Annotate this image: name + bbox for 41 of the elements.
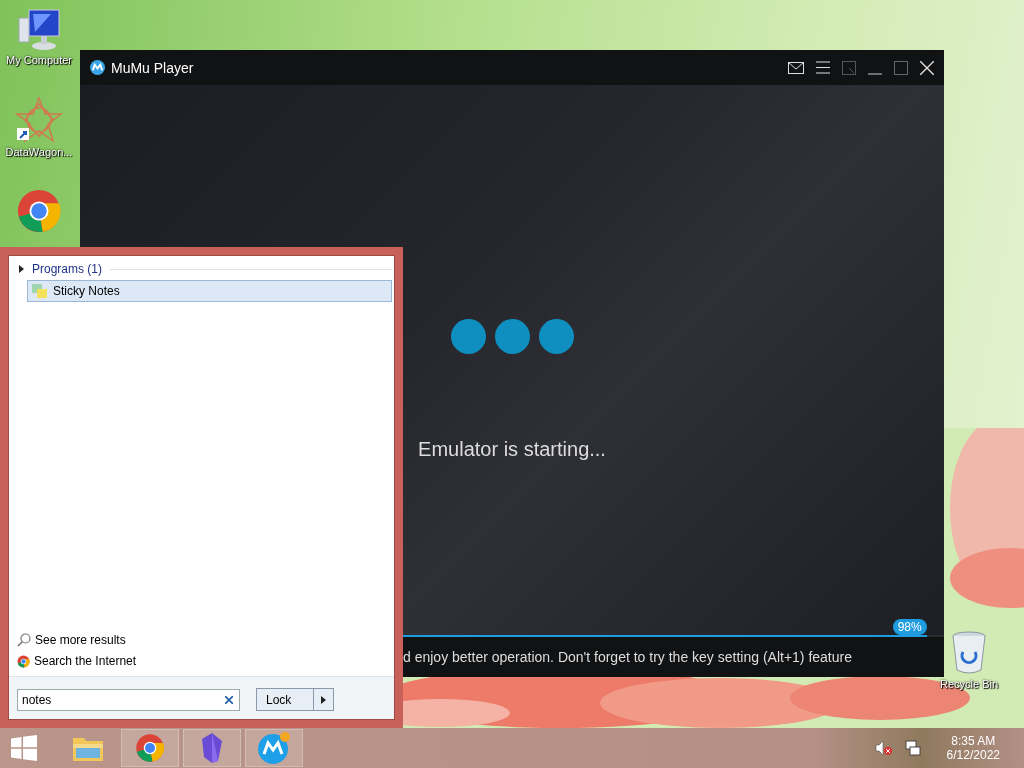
window-icon[interactable] xyxy=(842,60,856,75)
star-pattern-icon[interactable] xyxy=(15,96,63,144)
menu-icon[interactable] xyxy=(816,61,830,74)
icon-label: Recycle Bin xyxy=(940,678,999,690)
arrow-icon xyxy=(321,695,326,704)
search-icon xyxy=(17,633,31,647)
power-options-button[interactable] xyxy=(314,688,334,711)
search-input[interactable]: notes xyxy=(22,692,225,707)
mumu-icon xyxy=(257,732,291,764)
group-header[interactable]: Programs (1) xyxy=(32,262,102,276)
triangle-icon[interactable] xyxy=(19,265,24,273)
taskbar-button[interactable] xyxy=(121,729,179,767)
search-field[interactable]: notes xyxy=(17,688,240,711)
result-link[interactable]: Search the Internet xyxy=(34,654,137,668)
maximize-icon[interactable] xyxy=(894,60,908,75)
icon-label: DataWagon... xyxy=(5,146,73,158)
network-icon[interactable] xyxy=(904,740,921,756)
notes-icon xyxy=(32,284,48,298)
chrome-icon xyxy=(135,733,165,763)
taskbar-button[interactable] xyxy=(183,729,241,767)
close-icon[interactable] xyxy=(920,60,934,75)
windows-logo-icon[interactable] xyxy=(11,735,37,761)
window-title: MuMu Player xyxy=(111,59,194,76)
tip-text: d enjoy better operation. Don't forget to try the key setting (Alt+1) feature xyxy=(403,649,852,665)
lock-button[interactable]: Lock xyxy=(256,688,314,711)
chrome-icon xyxy=(17,654,30,668)
chrome-icon xyxy=(16,188,62,234)
status-text: Emulator is starting... xyxy=(418,438,606,461)
clock[interactable]: 8:35 AM 6/12/2022 xyxy=(946,734,1000,762)
icon-label: My Computer xyxy=(6,54,72,66)
computer-icon[interactable] xyxy=(17,8,61,52)
clear-icon[interactable] xyxy=(225,695,233,704)
search-result[interactable]: Sticky Notes xyxy=(27,280,392,302)
mail-icon[interactable] xyxy=(788,61,804,74)
taskbar-button[interactable] xyxy=(245,729,303,767)
loading-dots-icon xyxy=(450,319,574,354)
progress-percent: 98% xyxy=(892,619,927,635)
muted-speaker-icon[interactable] xyxy=(874,740,893,756)
result-link[interactable]: See more results xyxy=(35,633,126,647)
gem-icon xyxy=(202,733,222,763)
app-logo-icon xyxy=(90,60,105,75)
